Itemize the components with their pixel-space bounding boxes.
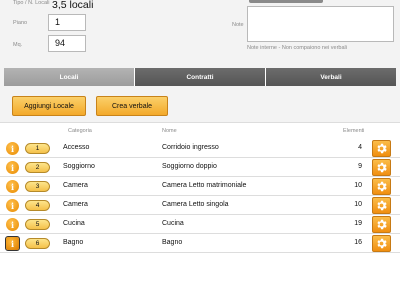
info-icon[interactable]: i: [6, 161, 19, 174]
header-categoria: Categoria: [68, 128, 92, 134]
mq-field[interactable]: 94: [48, 35, 86, 52]
room-category: Camera: [63, 182, 88, 189]
room-elements-count: 9: [358, 163, 362, 170]
piano-label: Piano: [13, 20, 28, 26]
table-row[interactable]: i 5 Cucina Cucina 19: [0, 215, 400, 234]
room-name: Cucina: [162, 220, 184, 227]
gear-icon[interactable]: [372, 235, 391, 252]
room-name: Camera Letto matrimoniale: [162, 182, 247, 189]
header-elementi: Elementi: [343, 128, 365, 134]
note-label: Note: [232, 22, 244, 28]
info-icon[interactable]: i: [6, 142, 19, 155]
note-hint: Note interne - Non compaiono nei verbali: [247, 45, 347, 51]
tab-contratti[interactable]: Contratti: [135, 68, 266, 86]
room-number-badge[interactable]: 5: [25, 219, 50, 230]
info-icon[interactable]: i: [5, 236, 20, 251]
room-name: Corridoio ingresso: [162, 144, 219, 151]
room-number-badge[interactable]: 3: [25, 181, 50, 192]
gear-icon[interactable]: [372, 197, 391, 214]
room-details-form: Tipo / N. Locali 3,5 locali Piano 1 Mq. …: [0, 0, 400, 60]
header-nome: Nome: [162, 128, 177, 134]
gear-icon[interactable]: [372, 216, 391, 233]
piano-field[interactable]: 1: [48, 14, 86, 31]
table-row[interactable]: i 1 Accesso Corridoio ingresso 4: [0, 139, 400, 158]
room-category: Accesso: [63, 144, 90, 151]
room-elements-count: 19: [354, 220, 362, 227]
room-number-badge[interactable]: 2: [25, 162, 50, 173]
gear-icon[interactable]: [372, 140, 391, 157]
create-report-button[interactable]: Crea verbale: [96, 96, 168, 116]
room-name: Camera Letto singola: [162, 201, 229, 208]
gear-icon[interactable]: [372, 178, 391, 195]
room-number-badge[interactable]: 4: [25, 200, 50, 211]
room-elements-count: 10: [354, 201, 362, 208]
room-number-badge[interactable]: 1: [25, 143, 50, 154]
room-elements-count: 4: [358, 144, 362, 151]
tab-locali[interactable]: Locali: [4, 68, 135, 86]
note-field[interactable]: [247, 6, 394, 42]
tipo-value: 3,5 locali: [52, 0, 94, 11]
room-category: Cucina: [63, 220, 85, 227]
gear-icon[interactable]: [372, 159, 391, 176]
tipo-label: Tipo / N. Locali: [13, 0, 50, 6]
table-row[interactable]: i 3 Camera Camera Letto matrimoniale 10: [0, 177, 400, 196]
tab-verbali[interactable]: Verbali: [266, 68, 396, 86]
room-category: Soggiorno: [63, 163, 95, 170]
info-icon[interactable]: i: [6, 218, 19, 231]
room-category: Bagno: [63, 239, 84, 246]
room-name: Bagno: [162, 239, 183, 246]
room-number-badge[interactable]: 6: [25, 238, 50, 249]
room-name: Soggiorno doppio: [162, 163, 217, 170]
add-room-button[interactable]: Aggiungi Locale: [12, 96, 86, 116]
table-row[interactable]: i 4 Camera Camera Letto singola 10: [0, 196, 400, 215]
table-row[interactable]: i 2 Soggiorno Soggiorno doppio 9: [0, 158, 400, 177]
info-icon[interactable]: i: [6, 199, 19, 212]
mq-label: Mq.: [13, 42, 23, 48]
top-button[interactable]: [249, 0, 323, 3]
room-category: Camera: [63, 201, 88, 208]
table-row[interactable]: i 6 Bagno Bagno 16: [0, 234, 400, 253]
info-icon[interactable]: i: [6, 180, 19, 193]
room-elements-count: 10: [354, 182, 362, 189]
room-elements-count: 16: [354, 239, 362, 246]
tab-bar: Locali Contratti Verbali: [4, 68, 396, 86]
